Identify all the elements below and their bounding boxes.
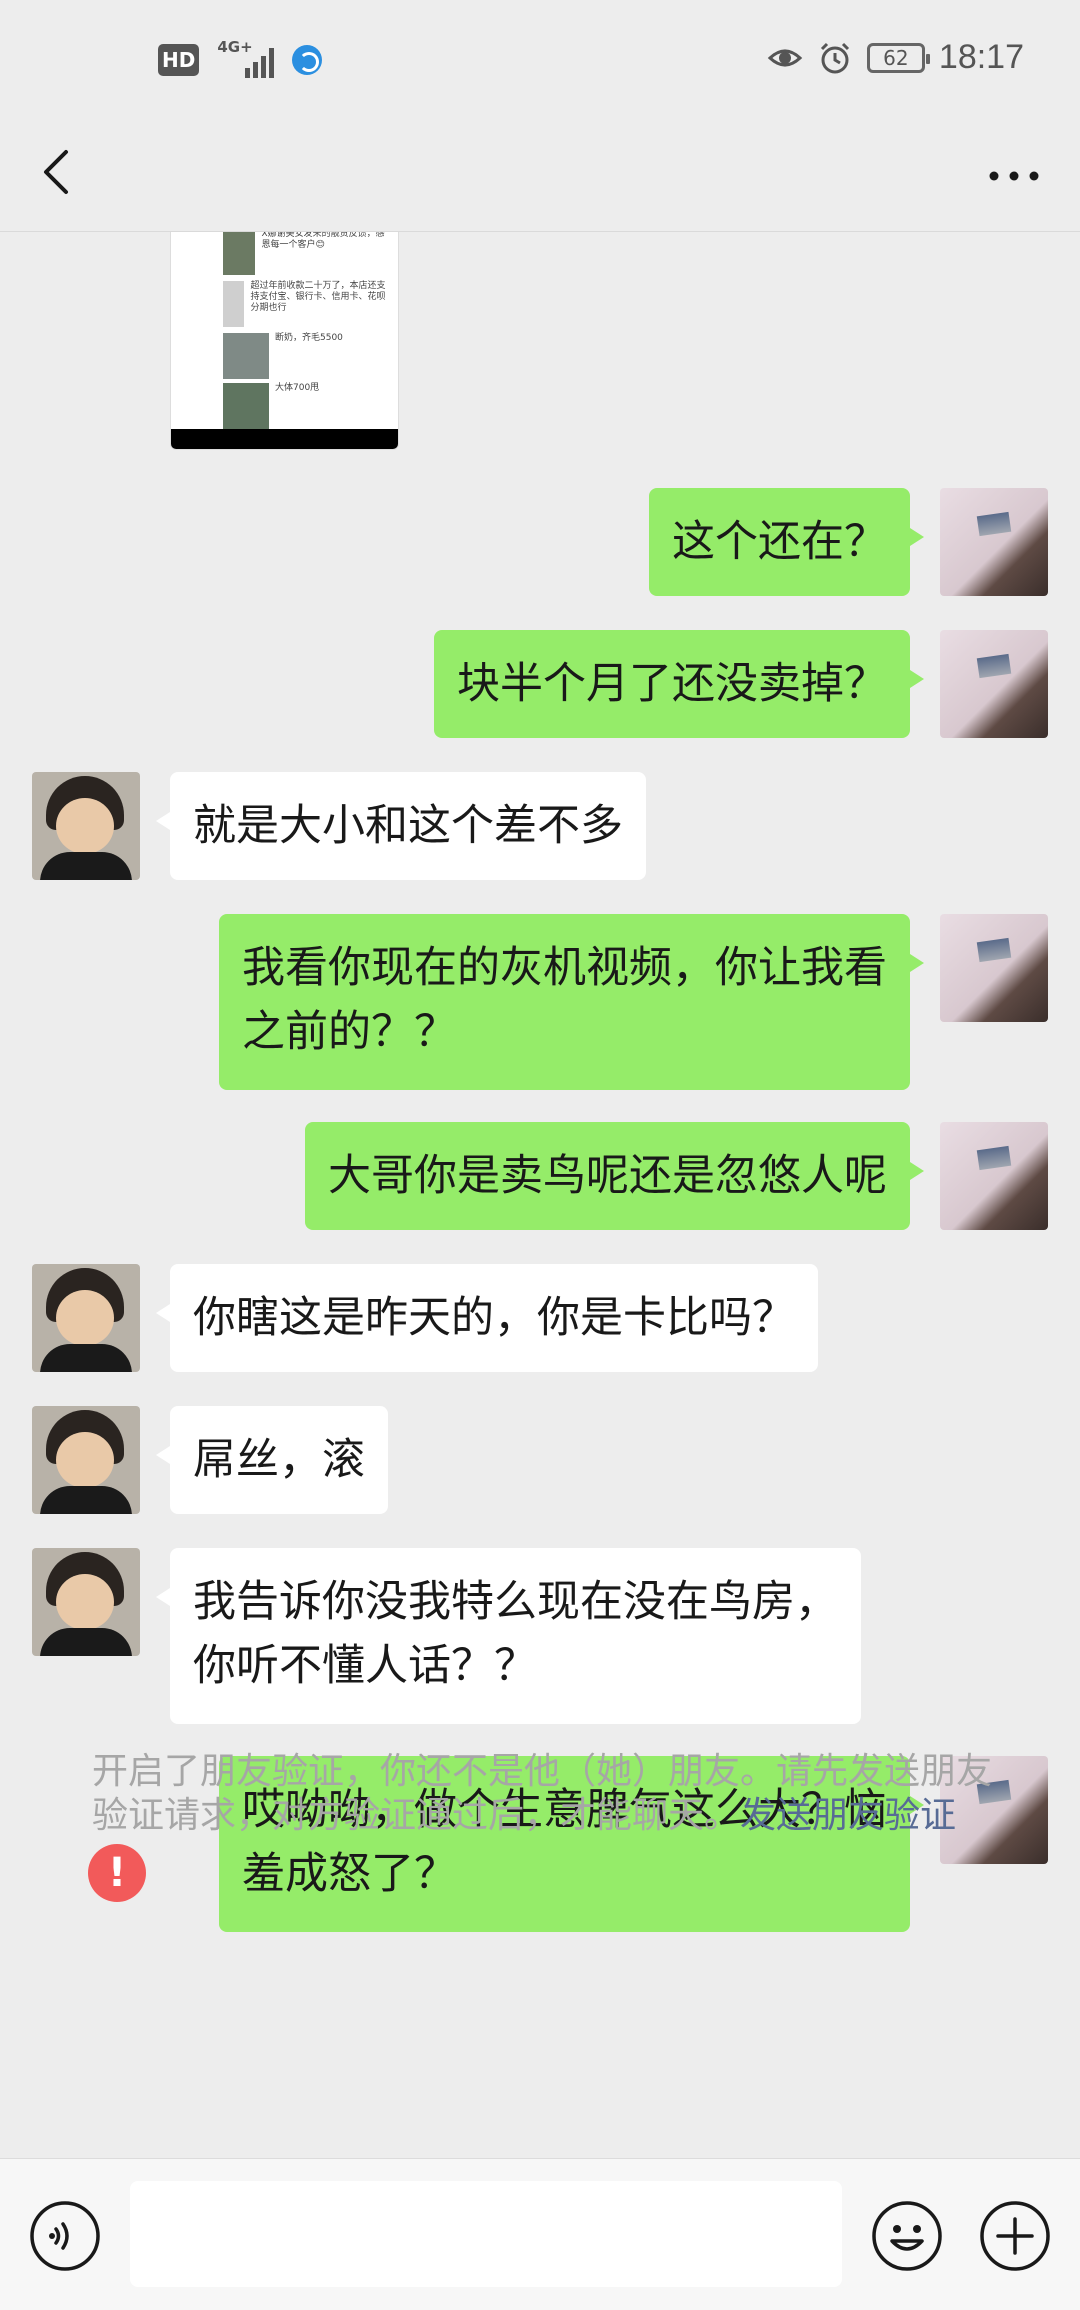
status-right: 62 18:17: [767, 38, 1024, 77]
my-message-bubble[interactable]: 我看你现在的灰机视频，你让我看 之前的？？: [219, 914, 924, 1090]
my-message-bubble[interactable]: 块半个月了还没卖掉？: [434, 630, 924, 738]
send-verification-link[interactable]: 发送朋友验证: [740, 1795, 956, 1836]
thumb-row: 大体700甩: [223, 383, 393, 429]
emoji-icon[interactable]: [870, 2199, 944, 2273]
thumb-caption: X娜谢美女发来的靓货反馈，感恩每一个客户😊: [261, 232, 385, 250]
shared-image-message[interactable]: X娜谢美女发来的靓货反馈，感恩每一个客户😊 超过年前收款二十万了，本店还支持支付…: [170, 232, 399, 450]
status-bar: HD 4G+ 62 18:17: [0, 0, 1080, 120]
input-bar: [0, 2158, 1080, 2310]
chat-history[interactable]: X娜谢美女发来的靓货反馈，感恩每一个客户😊 超过年前收款二十万了，本店还支持支付…: [0, 232, 1080, 2159]
thumb-caption: 断奶，齐毛5500: [275, 333, 343, 343]
contact-message-bubble[interactable]: 屌丝，滚: [156, 1406, 388, 1514]
thumb-photo: [223, 333, 269, 379]
my-avatar[interactable]: [940, 1122, 1048, 1230]
more-dots-icon[interactable]: [984, 156, 1044, 196]
thumb-row: 断奶，齐毛5500: [223, 333, 393, 379]
eye-icon: [767, 49, 803, 66]
my-avatar[interactable]: [940, 488, 1048, 596]
my-avatar[interactable]: [940, 914, 1048, 1022]
battery-icon: 62: [866, 42, 930, 73]
thumb-photo: [223, 281, 245, 327]
contact-avatar[interactable]: [32, 1548, 140, 1656]
thumb-photo: [223, 383, 269, 429]
message-input[interactable]: [130, 2181, 842, 2287]
clock: 18:17: [938, 38, 1024, 76]
contact-avatar[interactable]: [32, 1406, 140, 1514]
chat-header: [0, 120, 1080, 232]
contact-avatar[interactable]: [32, 772, 140, 880]
send-failed-icon[interactable]: !: [88, 1844, 146, 1902]
my-message-bubble[interactable]: 大哥你是卖鸟呢还是忽悠人呢: [305, 1122, 924, 1230]
friend-verification-notice: 开启了朋友验证，你还不是他（她）朋友。请先发送朋友验证请求，对方验证通过后，才能…: [92, 1750, 992, 1838]
voice-icon[interactable]: [28, 2199, 102, 2273]
hd-badge: HD: [158, 44, 200, 76]
browser-icon: [292, 45, 323, 75]
signal-icon: 4G+: [217, 38, 275, 78]
chevron-left-icon[interactable]: [30, 142, 90, 202]
thumb-row: X娜谢美女发来的靓货反馈，感恩每一个客户😊: [223, 232, 393, 275]
contact-avatar[interactable]: [32, 1264, 140, 1372]
thumb-photo: [223, 232, 256, 275]
contact-message-bubble[interactable]: 你瞎这是昨天的，你是卡比吗？: [156, 1264, 818, 1372]
status-left: HD 4G+: [158, 38, 323, 78]
contact-message-bubble[interactable]: 就是大小和这个差不多: [156, 772, 646, 880]
plus-icon[interactable]: [978, 2199, 1052, 2273]
contact-message-bubble[interactable]: 我告诉你没我特么现在没在鸟房， 你听不懂人话？？: [156, 1548, 861, 1724]
thumb-row: 超过年前收款二十万了，本店还支持支付宝、银行卡、信用卡、花呗分期也行: [223, 281, 393, 327]
thumb-nav-bar: [171, 429, 398, 449]
thumb-caption: 超过年前收款二十万了，本店还支持支付宝、银行卡、信用卡、花呗分期也行: [250, 281, 386, 313]
my-message-bubble[interactable]: 这个还在？: [649, 488, 924, 596]
thumb-caption: 大体700甩: [275, 383, 320, 393]
alarm-icon: [820, 42, 849, 73]
network-type-label: 4G+: [217, 38, 253, 56]
my-avatar[interactable]: [940, 630, 1048, 738]
